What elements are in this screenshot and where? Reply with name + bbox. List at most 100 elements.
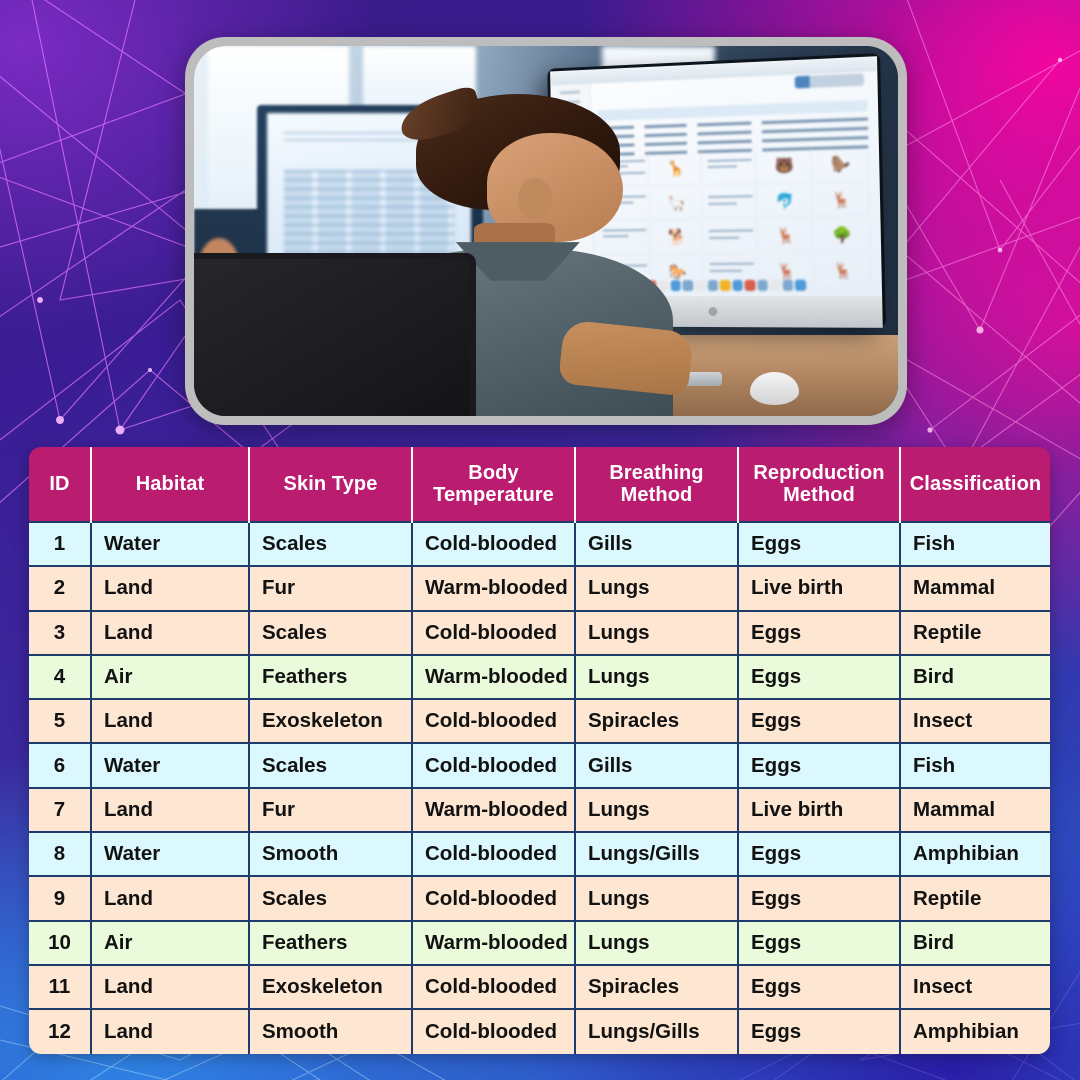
column-header-breathing-method-line2: Method — [620, 484, 693, 506]
cell-skin: Scales — [249, 520, 413, 567]
cell-temp: Cold-blooded — [412, 520, 576, 567]
column-header-reproduction-method[interactable]: Reproduction Method — [738, 447, 901, 522]
cell-reproduction: Live birth — [738, 786, 901, 833]
cell-temp: Cold-blooded — [412, 698, 576, 744]
cell-habitat: Land — [91, 963, 250, 1010]
cell-classification: Amphibian — [900, 831, 1050, 877]
cell-skin: Smooth — [249, 831, 413, 877]
column-header-classification[interactable]: Classification — [900, 447, 1050, 522]
cell-habitat: Land — [91, 698, 250, 744]
cell-id: 2 — [29, 565, 92, 611]
cell-skin: Scales — [249, 742, 413, 788]
table-header-row: ID Habitat Skin Type Body Temperature Br… — [29, 447, 1050, 522]
cell-breathing: Lungs/Gills — [575, 1008, 739, 1054]
office-chair — [194, 253, 476, 416]
cell-breathing: Lungs/Gills — [575, 831, 739, 877]
cell-classification: Fish — [900, 742, 1050, 788]
cell-reproduction: Eggs — [738, 1008, 901, 1054]
table-row[interactable]: 12 Land Smooth Cold-blooded Lungs/Gills Eggs A… — [29, 1008, 1050, 1054]
cell-skin: Scales — [249, 609, 413, 655]
cell-temp: Warm-blooded — [412, 565, 576, 611]
column-header-id[interactable]: ID — [29, 447, 92, 522]
person-ear — [517, 177, 552, 220]
column-header-habitat[interactable]: Habitat — [91, 447, 250, 522]
table-row[interactable]: 5 Land Exoskeleton Cold-blooded Spiracles Egg… — [29, 698, 1050, 744]
person-arm-on-mouse — [558, 319, 695, 397]
table-row[interactable]: 3 Land Scales Cold-blooded Lungs Eggs Reptile — [29, 609, 1050, 655]
cell-classification: Mammal — [900, 786, 1050, 833]
cell-id: 5 — [29, 698, 92, 744]
cell-id: 8 — [29, 831, 92, 877]
cell-reproduction: Eggs — [738, 742, 901, 788]
cell-temp: Cold-blooded — [412, 831, 576, 877]
cell-classification: Insect — [900, 963, 1050, 1010]
cell-skin: Smooth — [249, 1008, 413, 1054]
cell-habitat: Water — [91, 520, 250, 567]
cell-id: 10 — [29, 919, 92, 965]
table-row[interactable]: 9 Land Scales Cold-blooded Lungs Eggs Reptile — [29, 875, 1050, 921]
cell-id: 6 — [29, 742, 92, 788]
cell-temp: Warm-blooded — [412, 786, 576, 833]
hero-photo-card: 🦒 🐻 🦫 🦙 🐬 🦌 🐕 🦌 🌳 🐎 🦌 🦌 — [185, 37, 907, 425]
cell-habitat: Water — [91, 742, 250, 788]
cell-skin: Fur — [249, 565, 413, 611]
cell-reproduction: Eggs — [738, 875, 901, 921]
column-header-body-temperature[interactable]: Body Temperature — [412, 447, 576, 522]
cell-breathing: Lungs — [575, 875, 739, 921]
dashboard-logo — [795, 73, 865, 89]
cell-breathing: Gills — [575, 742, 739, 788]
table-row[interactable]: 11 Land Exoskeleton Cold-blooded Spiracles Eg… — [29, 963, 1050, 1010]
table-row[interactable]: 6 Water Scales Cold-blooded Gills Eggs Fish — [29, 742, 1050, 788]
cell-id: 7 — [29, 786, 92, 833]
column-header-breathing-method[interactable]: Breathing Method — [575, 447, 739, 522]
cell-habitat: Land — [91, 1008, 250, 1054]
cell-temp: Cold-blooded — [412, 609, 576, 655]
cell-reproduction: Eggs — [738, 919, 901, 965]
cell-skin: Exoskeleton — [249, 698, 413, 744]
cell-habitat: Land — [91, 786, 250, 833]
cell-breathing: Lungs — [575, 919, 739, 965]
cell-reproduction: Eggs — [738, 609, 901, 655]
cell-breathing: Gills — [575, 520, 739, 567]
cell-id: 12 — [29, 1008, 92, 1054]
cell-id: 3 — [29, 609, 92, 655]
cell-temp: Cold-blooded — [412, 875, 576, 921]
column-header-skin-type[interactable]: Skin Type — [249, 447, 413, 522]
cell-temp: Cold-blooded — [412, 742, 576, 788]
cell-skin: Fur — [249, 786, 413, 833]
table-row[interactable]: 10 Air Feathers Warm-blooded Lungs Eggs Bird — [29, 919, 1050, 965]
cell-reproduction: Eggs — [738, 520, 901, 567]
cell-classification: Bird — [900, 653, 1050, 700]
cell-habitat: Land — [91, 609, 250, 655]
cell-id: 11 — [29, 963, 92, 1010]
table-row[interactable]: 1 Water Scales Cold-blooded Gills Eggs Fish — [29, 520, 1050, 567]
poster-canvas: 🦒 🐻 🦫 🦙 🐬 🦌 🐕 🦌 🌳 🐎 🦌 🦌 ID Habitat Skin … — [0, 0, 1080, 1080]
cell-habitat: Air — [91, 653, 250, 700]
table-row[interactable]: 4 Air Feathers Warm-blooded Lungs Eggs Bird — [29, 653, 1050, 700]
column-header-reproduction-method-line1: Reproduction — [753, 461, 885, 484]
cell-id: 1 — [29, 520, 92, 567]
cell-breathing: Lungs — [575, 786, 739, 833]
cell-classification: Bird — [900, 919, 1050, 965]
table-row[interactable]: 7 Land Fur Warm-blooded Lungs Live birth Mamma… — [29, 786, 1050, 833]
cell-id: 9 — [29, 875, 92, 921]
cell-classification: Reptile — [900, 875, 1050, 921]
cell-reproduction: Live birth — [738, 565, 901, 611]
column-header-breathing-method-line1: Breathing — [609, 461, 704, 484]
office-scene: 🦒 🐻 🦫 🦙 🐬 🦌 🐕 🦌 🌳 🐎 🦌 🦌 — [194, 46, 898, 416]
cell-id: 4 — [29, 653, 92, 700]
cell-classification: Amphibian — [900, 1008, 1050, 1054]
cell-temp: Warm-blooded — [412, 919, 576, 965]
cell-skin: Feathers — [249, 653, 413, 700]
cell-temp: Warm-blooded — [412, 653, 576, 700]
column-header-body-temperature-line1: Body — [468, 461, 519, 484]
cell-habitat: Water — [91, 831, 250, 877]
table-header: ID Habitat Skin Type Body Temperature Br… — [29, 447, 1050, 522]
cell-temp: Cold-blooded — [412, 963, 576, 1010]
table-row[interactable]: 2 Land Fur Warm-blooded Lungs Live birth Mamma… — [29, 565, 1050, 611]
cell-classification: Mammal — [900, 565, 1050, 611]
animal-classification-table-container: ID Habitat Skin Type Body Temperature Br… — [29, 447, 1050, 1054]
cell-classification: Fish — [900, 520, 1050, 567]
animal-classification-table: ID Habitat Skin Type Body Temperature Br… — [29, 447, 1050, 1054]
table-row[interactable]: 8 Water Smooth Cold-blooded Lungs/Gills Eggs A… — [29, 831, 1050, 877]
